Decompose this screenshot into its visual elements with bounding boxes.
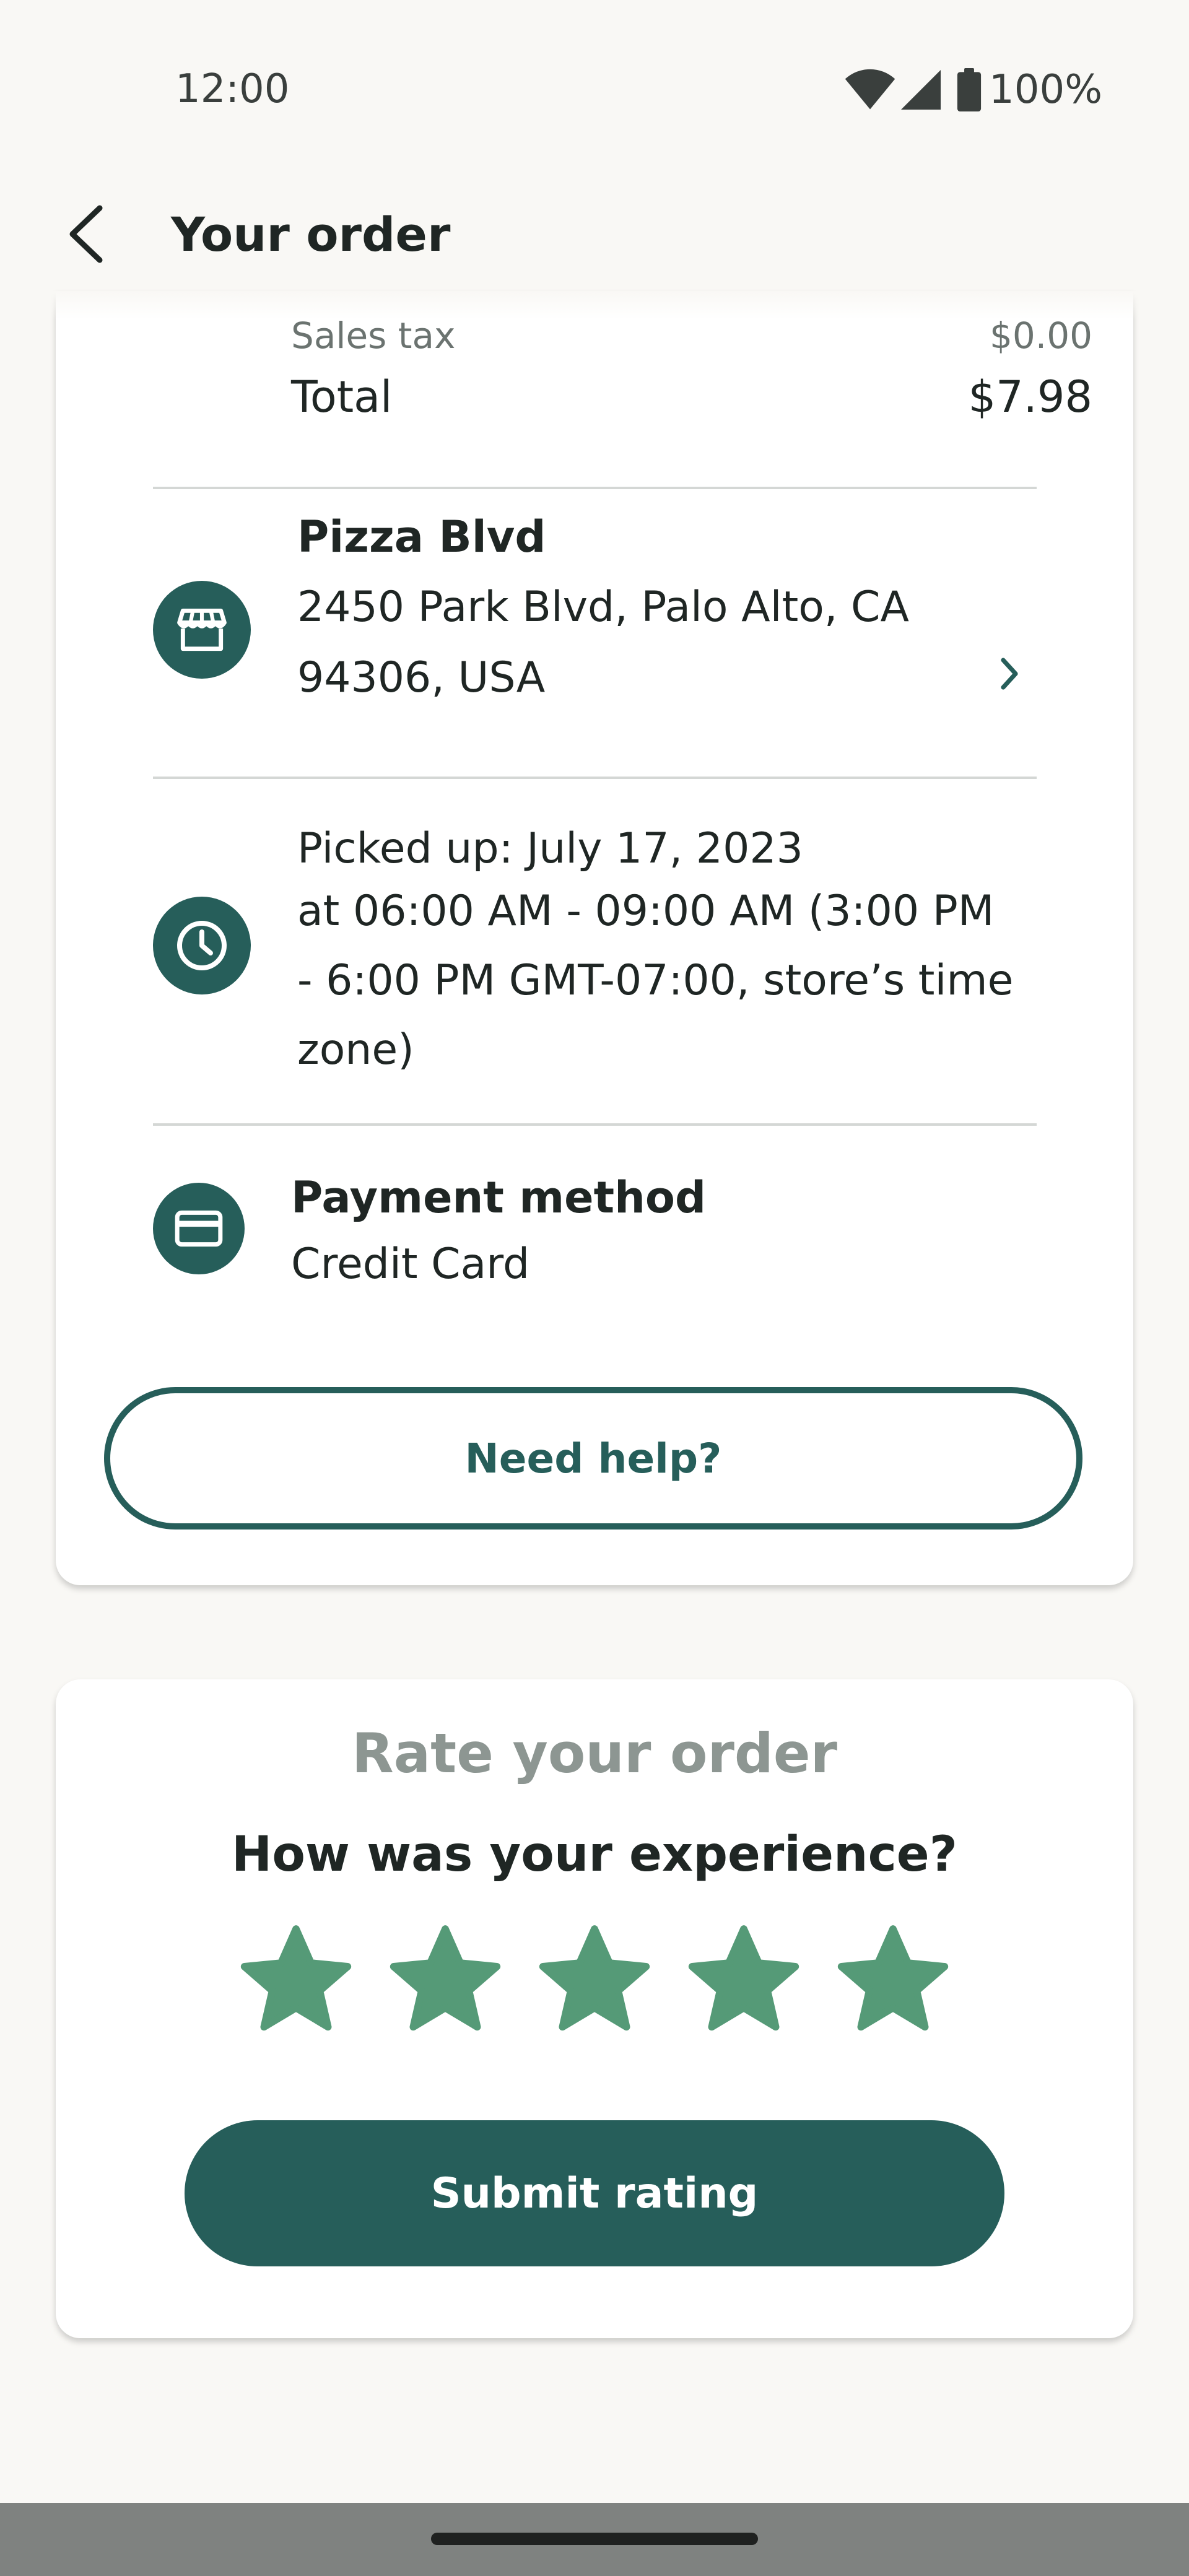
star-icon xyxy=(679,1920,809,2046)
total-label: Total xyxy=(291,372,393,422)
star-5[interactable] xyxy=(828,1921,958,2045)
star-icon xyxy=(231,1920,361,2046)
divider xyxy=(153,1123,1037,1126)
scroll-fade xyxy=(0,291,1189,320)
divider xyxy=(153,777,1037,779)
sales-tax-value: $0.00 xyxy=(989,315,1092,357)
star-1[interactable] xyxy=(231,1921,361,2045)
star-icon xyxy=(380,1920,510,2046)
sales-tax-row: Sales tax $0.00 xyxy=(291,315,1092,357)
total-row: Total $7.98 xyxy=(291,372,1092,422)
payment-method-value: Credit Card xyxy=(291,1240,530,1289)
rating-card: Rate your order How was your experience? xyxy=(56,1679,1133,2338)
submit-rating-button[interactable]: Submit rating xyxy=(185,2120,1004,2266)
store-chevron-button[interactable] xyxy=(972,638,1047,712)
star-icon xyxy=(828,1920,958,2046)
status-icons: 100% xyxy=(844,62,1102,118)
status-time: 12:00 xyxy=(175,66,290,112)
back-button[interactable] xyxy=(50,198,124,272)
store-name: Pizza Blvd xyxy=(297,511,546,562)
pickup-date: Picked up: July 17, 2023 xyxy=(297,824,803,873)
arrow-back-icon xyxy=(65,203,108,268)
store-address-line1: 2450 Park Blvd, Palo Alto, CA xyxy=(297,583,910,632)
star-rating xyxy=(231,1921,958,2045)
rating-title: Rate your order xyxy=(352,1721,837,1785)
credit-card-icon xyxy=(153,1183,245,1274)
home-gesture-handle[interactable] xyxy=(431,2533,758,2545)
total-value: $7.98 xyxy=(968,372,1092,422)
battery-percentage: 100% xyxy=(989,67,1102,113)
app-bar: Your order xyxy=(0,173,1189,291)
star-3[interactable] xyxy=(529,1921,660,2045)
star-4[interactable] xyxy=(679,1921,809,2045)
pickup-info: Picked up: July 17, 2023 at 06:00 AM - 0… xyxy=(297,821,1013,1085)
pickup-time-line: zone) xyxy=(297,1025,414,1074)
storefront-icon xyxy=(153,581,251,679)
store-info: Pizza Blvd 2450 Park Blvd, Palo Alto, CA… xyxy=(297,502,909,713)
star-icon xyxy=(529,1920,660,2046)
payment-method-label: Payment method xyxy=(291,1172,707,1223)
payment-info: Payment method Credit Card xyxy=(291,1164,706,1298)
clock-icon xyxy=(153,897,251,994)
pickup-time-line: at 06:00 AM - 09:00 AM (3:00 PM xyxy=(297,887,995,936)
order-details-card: Sales tax $0.00 Total $7.98 Pizza Blvd 2… xyxy=(56,291,1133,1585)
store-address-line2: 94306, USA xyxy=(297,653,546,702)
cellular-signal-icon xyxy=(901,70,941,110)
divider xyxy=(153,487,1037,489)
page-title: Your order xyxy=(171,207,451,262)
wifi-icon xyxy=(844,68,896,111)
rating-question: How was your experience? xyxy=(232,1827,957,1882)
chevron-right-icon xyxy=(997,655,1022,695)
sales-tax-label: Sales tax xyxy=(291,315,456,357)
status-bar: 12:00 100% xyxy=(0,0,1189,149)
pickup-time-line: - 6:00 PM GMT-07:00, store’s time xyxy=(297,956,1014,1005)
battery-icon xyxy=(957,68,982,111)
navigation-bar xyxy=(0,2503,1189,2576)
star-2[interactable] xyxy=(380,1921,510,2045)
need-help-button[interactable]: Need help? xyxy=(104,1387,1082,1530)
